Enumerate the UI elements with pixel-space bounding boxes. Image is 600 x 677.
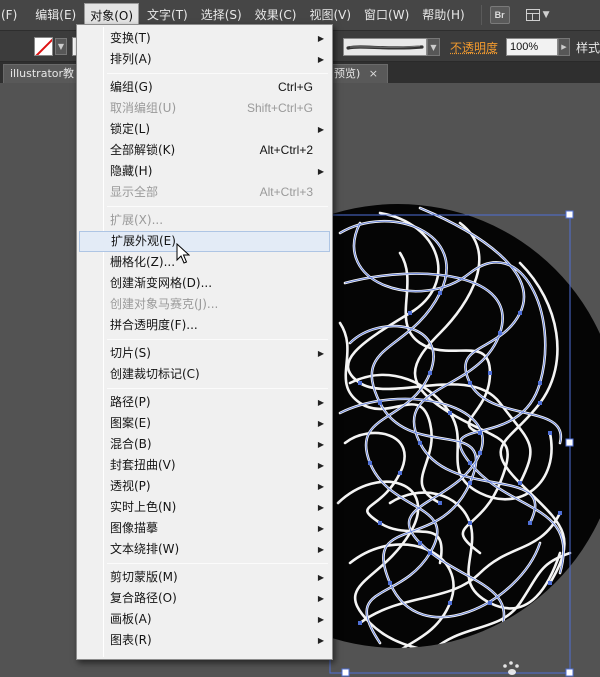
submenu-arrow-icon: ▶ xyxy=(317,594,324,603)
chevron-down-icon: ▼ xyxy=(542,10,550,20)
menu-item-live-paint[interactable]: 实时上色(N) ▶ xyxy=(77,497,332,518)
fill-none-swatch-icon[interactable] xyxy=(34,37,53,56)
opacity-dropdown-button[interactable]: ▶ xyxy=(558,38,570,56)
submenu-arrow-icon: ▶ xyxy=(317,636,324,645)
object-menu-dropdown: 变换(T) ▶ 排列(A) ▶ 编组(G) Ctrl+G 取消编组(U) Shift+C… xyxy=(76,24,333,660)
menu-item-lock[interactable]: 锁定(L) ▶ xyxy=(77,119,332,140)
shortcut-label: Alt+Ctrl+2 xyxy=(259,143,313,157)
menu-item-group[interactable]: 编组(G) Ctrl+G xyxy=(77,77,332,98)
document-tab-title-tail: 预览) xyxy=(334,67,361,80)
workspace-switcher-button[interactable]: ▼ xyxy=(525,9,550,21)
menu-window[interactable]: 窗口(W) xyxy=(359,3,414,27)
bridge-button[interactable]: Br xyxy=(489,6,510,24)
menu-item-slice[interactable]: 切片(S) ▶ xyxy=(77,343,332,364)
menu-item-envelope-distort[interactable]: 封套扭曲(V) ▶ xyxy=(77,455,332,476)
submenu-arrow-icon: ▶ xyxy=(317,349,324,358)
menu-divider xyxy=(107,339,328,340)
menu-item-image-trace[interactable]: 图像描摹 ▶ xyxy=(77,518,332,539)
menu-item-create-trim-marks[interactable]: 创建裁切标记(C) xyxy=(77,364,332,385)
opacity-label[interactable]: 不透明度 xyxy=(450,39,498,56)
brush-dropdown-button[interactable]: ▼ xyxy=(427,38,440,56)
menu-item-pattern[interactable]: 图案(E) ▶ xyxy=(77,413,332,434)
menu-item-flatten-transparency[interactable]: 拼合透明度(F)... xyxy=(77,315,332,336)
menu-item-arrange[interactable]: 排列(A) ▶ xyxy=(77,49,332,70)
menu-divider xyxy=(107,206,328,207)
mouse-pointer-icon xyxy=(176,243,190,264)
resize-handle[interactable] xyxy=(341,668,350,677)
menu-item-artboards[interactable]: 画板(A) ▶ xyxy=(77,609,332,630)
menu-file[interactable]: (F) xyxy=(0,3,22,27)
submenu-arrow-icon: ▶ xyxy=(317,482,324,491)
submenu-arrow-icon: ▶ xyxy=(317,55,324,64)
menu-item-transform[interactable]: 变换(T) ▶ xyxy=(77,28,332,49)
submenu-arrow-icon: ▶ xyxy=(317,398,324,407)
shortcut-label: Ctrl+G xyxy=(277,80,313,94)
menu-item-expand-appearance[interactable]: 扩展外观(E) xyxy=(79,231,330,252)
brush-definition-preview[interactable] xyxy=(343,38,427,56)
shortcut-label: Shift+Ctrl+G xyxy=(246,101,313,115)
submenu-arrow-icon: ▶ xyxy=(317,461,324,470)
menu-divider xyxy=(107,388,328,389)
menu-item-rasterize[interactable]: 栅格化(Z)... xyxy=(77,252,332,273)
menu-item-graph[interactable]: 图表(R) ▶ xyxy=(77,630,332,651)
brush-stroke-icon xyxy=(346,45,424,50)
shortcut-label: Alt+Ctrl+3 xyxy=(259,185,313,199)
submenu-arrow-icon: ▶ xyxy=(317,503,324,512)
close-icon[interactable]: × xyxy=(369,65,378,82)
fill-dropdown-button[interactable]: ▼ xyxy=(55,38,67,55)
menubar-divider xyxy=(480,5,482,25)
menu-item-unlock-all[interactable]: 全部解锁(K) Alt+Ctrl+2 xyxy=(77,140,332,161)
menu-item-create-object-mosaic[interactable]: 创建对象马赛克(J)... xyxy=(77,294,332,315)
menu-item-perspective[interactable]: 透视(P) ▶ xyxy=(77,476,332,497)
resize-handle[interactable] xyxy=(565,668,574,677)
submenu-arrow-icon: ▶ xyxy=(317,34,324,43)
submenu-arrow-icon: ▶ xyxy=(317,440,324,449)
menu-divider xyxy=(107,563,328,564)
menu-item-path[interactable]: 路径(P) ▶ xyxy=(77,392,332,413)
opacity-input[interactable]: 100% xyxy=(506,38,558,56)
menu-item-hide[interactable]: 隐藏(H) ▶ xyxy=(77,161,332,182)
submenu-arrow-icon: ▶ xyxy=(317,125,324,134)
submenu-arrow-icon: ▶ xyxy=(317,545,324,554)
menu-edit[interactable]: 编辑(E) xyxy=(30,3,81,27)
workspace-switcher-icon xyxy=(525,9,540,21)
submenu-arrow-icon: ▶ xyxy=(317,419,324,428)
resize-handle[interactable] xyxy=(565,210,574,219)
menu-item-expand[interactable]: 扩展(X)... xyxy=(77,210,332,231)
submenu-arrow-icon: ▶ xyxy=(317,167,324,176)
menu-item-ungroup[interactable]: 取消编组(U) Shift+Ctrl+G xyxy=(77,98,332,119)
menu-item-compound-path[interactable]: 复合路径(O) ▶ xyxy=(77,588,332,609)
menu-item-blend[interactable]: 混合(B) ▶ xyxy=(77,434,332,455)
style-label[interactable]: 样式 xyxy=(576,39,600,56)
menu-item-text-wrap[interactable]: 文本绕排(W) ▶ xyxy=(77,539,332,560)
menu-help[interactable]: 帮助(H) xyxy=(417,3,469,27)
submenu-arrow-icon: ▶ xyxy=(317,573,324,582)
menu-item-show-all[interactable]: 显示全部 Alt+Ctrl+3 xyxy=(77,182,332,203)
document-tab-title: illustrator教 xyxy=(10,67,75,80)
submenu-arrow-icon: ▶ xyxy=(317,524,324,533)
menu-item-clipping-mask[interactable]: 剪切蒙版(M) ▶ xyxy=(77,567,332,588)
submenu-arrow-icon: ▶ xyxy=(317,615,324,624)
menu-item-create-gradient-mesh[interactable]: 创建渐变网格(D)... xyxy=(77,273,332,294)
resize-handle[interactable] xyxy=(565,438,574,447)
menu-divider xyxy=(107,73,328,74)
